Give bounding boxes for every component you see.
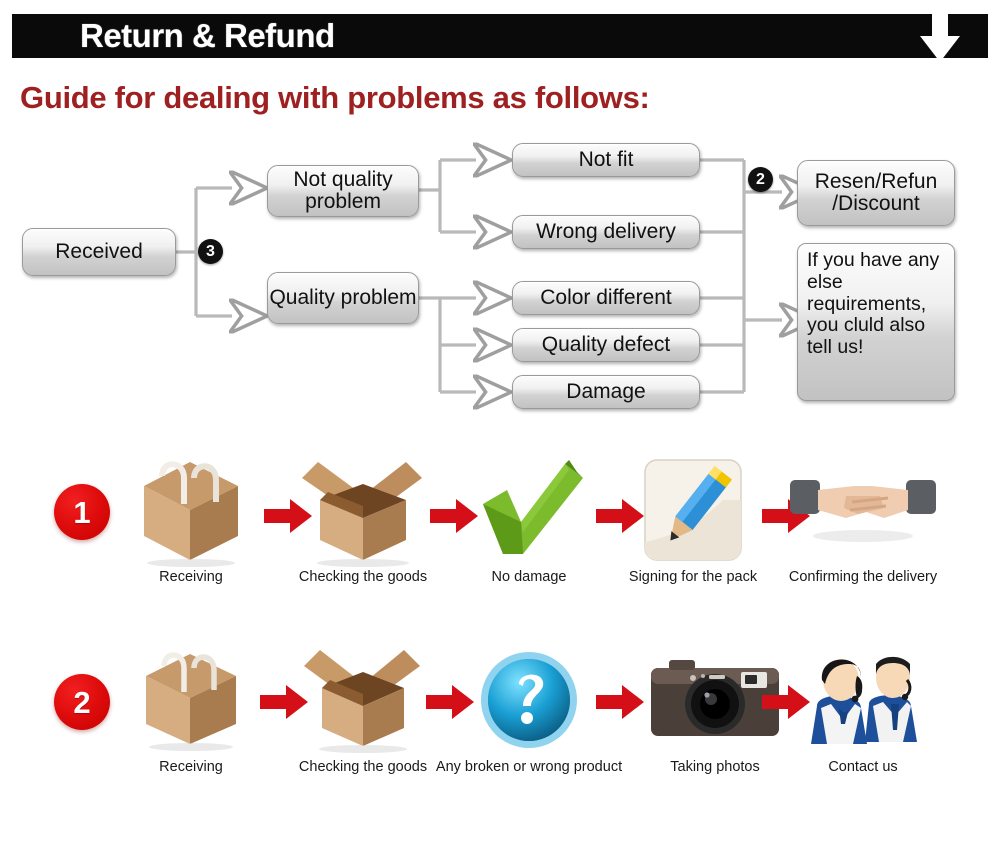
flow-box-label: Resen/Refun /Discount (814, 169, 938, 215)
flow-box-label: Received (55, 240, 143, 264)
flow-box-quality-problem[interactable]: Quality problem (267, 272, 419, 324)
closed-box-icon (96, 456, 286, 568)
flow-box-label: Damage (566, 380, 646, 404)
support-agents-icon (768, 646, 958, 758)
step-caption: Receiving (159, 759, 223, 775)
flow-box-received[interactable]: Received (22, 228, 176, 276)
flow-box-resend-refund-discount[interactable]: Resen/Refun /Discount (797, 160, 955, 226)
step-caption: Receiving (159, 569, 223, 585)
flow-box-not-quality-problem[interactable]: Not quality problem (267, 165, 419, 217)
flow-box-label: If you have any else requirements, you c… (807, 249, 940, 359)
step-caption: Contact us (828, 759, 898, 775)
step-cell-contact-us: Contact us (768, 646, 958, 775)
process-row-1: 1 Receiving Checking the goods No damage… (0, 448, 1000, 638)
flow-box-damage[interactable]: Damage (512, 375, 700, 409)
flow-box-label: Not fit (578, 148, 634, 172)
handshake-icon (768, 456, 958, 568)
return-refund-page: Return & Refund Guide for dealing with p… (0, 0, 1000, 841)
flow-box-color-different[interactable]: Color different (512, 281, 700, 315)
step-cell-receiving: Receiving (96, 456, 286, 585)
guide-heading: Guide for dealing with problems as follo… (20, 80, 650, 115)
returns-flowchart: Received 3 Not quality problem Quality p… (0, 130, 1000, 430)
step-caption: Any broken or wrong product (435, 759, 623, 775)
page-title: Return & Refund (80, 17, 335, 54)
step-caption: No damage (491, 569, 567, 585)
process-row-2: 2 Receiving Checking the goods Any broke… (0, 638, 1000, 828)
down-arrow-icon (920, 6, 960, 62)
flow-box-not-fit[interactable]: Not fit (512, 143, 700, 177)
flow-box-label: Quality defect (541, 333, 671, 357)
flow-box-quality-defect[interactable]: Quality defect (512, 328, 700, 362)
flow-badge-2: 2 (748, 167, 773, 192)
step-cell-confirming-delivery: Confirming the delivery (768, 456, 958, 585)
process-steps: 1 Receiving Checking the goods No damage… (0, 448, 1000, 841)
step-caption: Checking the goods (298, 569, 428, 585)
flow-box-label: Color different (540, 286, 672, 310)
step-caption: Checking the goods (298, 759, 428, 775)
step-caption: Confirming the delivery (788, 569, 938, 585)
flow-box-other-requirements[interactable]: If you have any else requirements, you c… (797, 243, 955, 401)
flow-badge-3: 3 (198, 239, 223, 264)
flow-box-wrong-delivery[interactable]: Wrong delivery (512, 215, 700, 249)
flow-box-label: Wrong delivery (536, 220, 676, 244)
flow-box-label: Quality problem (269, 285, 417, 309)
flow-box-label: Not quality problem (293, 167, 393, 213)
step-caption: Signing for the pack (628, 569, 758, 585)
